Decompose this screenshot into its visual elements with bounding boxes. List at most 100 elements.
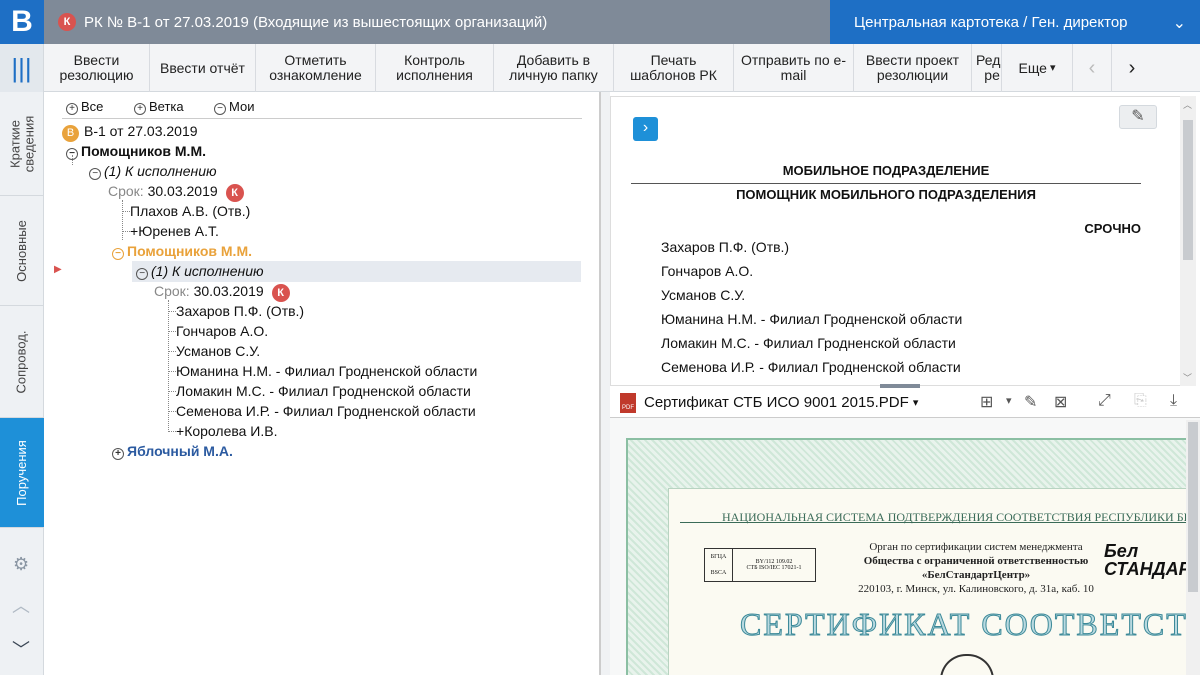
tree-node-executor[interactable]: Плахов А.В. (Отв.): [130, 201, 250, 221]
edit-note-icon[interactable]: ✎: [1119, 105, 1157, 129]
filter-branch[interactable]: + Ветка: [134, 96, 184, 116]
current-row-marker-icon: ▶: [54, 264, 62, 275]
tree-node-executor[interactable]: Семенова И.Р. - Филиал Гродненской облас…: [176, 401, 476, 421]
chevron-down-icon[interactable]: ﹀: [12, 636, 30, 662]
tree-node-executor[interactable]: Захаров П.Ф. (Отв.): [176, 301, 304, 321]
node-label: Юренев А.Т.: [138, 223, 219, 239]
execution-control-button[interactable]: Контроль исполнения: [376, 44, 494, 92]
expand-icon: +: [134, 103, 146, 115]
due-label: Срок:: [108, 183, 144, 199]
filter-mine-label: Мои: [229, 99, 255, 114]
tree-node-executor[interactable]: +Юренев А.Т.: [130, 221, 219, 241]
preview-scrollbar[interactable]: ︿ ﹀: [1180, 96, 1196, 386]
tab-attachments-label: Сопровод.: [14, 329, 29, 394]
context-selector[interactable]: Центральная картотека / Ген. директор ⌄: [830, 0, 1200, 44]
filter-all[interactable]: + Все: [66, 96, 103, 116]
filter-mine[interactable]: − Мои: [214, 96, 254, 116]
tab-main[interactable]: Основные: [0, 196, 44, 306]
chevron-down-icon[interactable]: ▾: [913, 396, 919, 409]
scroll-left-icon[interactable]: ‹: [1072, 44, 1112, 92]
node-label: (1) К исполнению: [151, 263, 264, 279]
print-templates-button[interactable]: Печать шаблонов РК: [614, 44, 734, 92]
pdf-icon: PDF: [620, 392, 636, 413]
add-file-icon[interactable]: ⊞: [980, 392, 993, 412]
tree-node-task[interactable]: − (1) К исполнению: [136, 261, 264, 281]
download-icon[interactable]: ⤓: [1170, 392, 1177, 410]
card-title: РК № В-1 от 27.03.2019 (Входящие из выше…: [84, 13, 548, 31]
menu-icon[interactable]: |||: [0, 44, 43, 92]
send-email-button[interactable]: Отправить по e-mail: [734, 44, 854, 92]
more-label: Еще: [1018, 59, 1047, 76]
root-badge: В: [62, 125, 79, 142]
tab-attachments[interactable]: Сопровод.: [0, 306, 44, 418]
tree-node-author[interactable]: − Помощников М.М.: [66, 141, 206, 161]
recipient: Семенова И.Р. - Филиал Гродненской облас…: [661, 359, 961, 375]
issuer-line: Орган по сертификации систем менеджмента: [869, 541, 1083, 553]
node-label: Помощников М.М.: [81, 143, 207, 159]
author-position: ПОМОЩНИК МОБИЛЬНОГО ПОДРАЗДЕЛЕНИЯ: [736, 187, 1036, 202]
issuer-line: 220103, г. Минск, ул. Калиновского, д. 3…: [858, 583, 1094, 595]
certificate-preview: НАЦИОНАЛЬНАЯ СИСТЕМА ПОДТВЕРЖДЕНИЯ СООТВ…: [610, 418, 1200, 675]
context-label: Центральная картотека / Ген. директор: [854, 13, 1128, 31]
tab-orders[interactable]: Поручения: [0, 418, 44, 528]
tree-node-task[interactable]: − (1) К исполнению: [89, 161, 217, 181]
node-label: Королева И.В.: [184, 423, 278, 439]
issuer-block: Орган по сертификации систем менеджмента…: [836, 540, 1116, 596]
panel-splitter[interactable]: [600, 92, 610, 675]
enter-resolution-button[interactable]: Ввести резолюцию: [44, 44, 150, 92]
plus-icon: +: [176, 423, 185, 439]
tab-brief-label: Краткие сведения: [7, 115, 36, 172]
tree-node-executor[interactable]: Гончаров А.О.: [176, 321, 268, 341]
due-date: 30.03.2019: [147, 183, 218, 199]
control-badge: К: [271, 284, 290, 302]
copy-file-icon: ⎘: [1134, 392, 1147, 409]
edit-file-icon[interactable]: ✎: [1024, 392, 1037, 412]
collapse-icon: −: [136, 268, 148, 280]
tab-orders-label: Поручения: [14, 439, 29, 506]
edit-button[interactable]: Реда ре: [972, 44, 1002, 92]
fullscreen-icon[interactable]: ⤢: [1098, 392, 1111, 410]
tree-root[interactable]: В В-1 от 27.03.2019: [62, 121, 198, 142]
issuer-line: Общества с ограниченной ответственностью: [863, 555, 1089, 567]
stamp-code-a: БГЦА: [710, 554, 727, 560]
chevron-up-icon[interactable]: ︿: [12, 592, 30, 618]
org-unit: МОБИЛЬНОЕ ПОДРАЗДЕЛЕНИЕ: [782, 163, 990, 178]
expand-right-icon[interactable]: ›: [633, 117, 658, 141]
more-button[interactable]: Еще ▾: [1002, 44, 1072, 92]
node-label: Помощников М.М.: [127, 243, 253, 259]
expand-icon: +: [112, 448, 124, 460]
mark-acknowledged-button[interactable]: Отметить ознакомление: [256, 44, 376, 92]
gear-icon[interactable]: ⚙: [13, 554, 29, 575]
attachment-file-name[interactable]: Сертификат СТБ ИСО 9001 2015.PDF: [644, 394, 909, 411]
tree-node-author[interactable]: − Помощников М.М.: [112, 241, 252, 261]
tree-node-author[interactable]: + Яблочный М.А.: [112, 441, 233, 461]
chevron-down-icon[interactable]: ▾: [1006, 394, 1012, 407]
enter-report-button[interactable]: Ввести отчёт: [150, 44, 256, 92]
recipient: Юманина Н.М. - Филиал Гродненской област…: [661, 311, 963, 327]
tree-node-executor[interactable]: Усманов С.У.: [176, 341, 260, 361]
add-to-folder-button[interactable]: Добавить в личную папку: [494, 44, 614, 92]
due-label: Срок:: [154, 283, 190, 299]
recipient: Захаров П.Ф. (Отв.): [661, 239, 790, 255]
certificate-scrollbar[interactable]: [1186, 420, 1200, 675]
tab-main-label: Основные: [14, 219, 29, 282]
recipient-list: Захаров П.Ф. (Отв.) Гончаров А.О. Усмано…: [661, 235, 962, 379]
scroll-right-icon[interactable]: ›: [1112, 44, 1152, 92]
filter-branch-label: Ветка: [149, 99, 184, 114]
enter-draft-resolution-button[interactable]: Ввести проект резолюции: [854, 44, 972, 92]
stamp-code-b: BSCA: [710, 570, 727, 576]
tree-node-executor[interactable]: Юманина Н.М. - Филиал Гродненской област…: [176, 361, 477, 381]
app-logo[interactable]: В: [0, 0, 44, 44]
certificate-title: СЕРТИФИКАТ СООТВЕТСТВИЯ: [740, 606, 1200, 643]
issuer-line: «БелСтандартЦентр»: [921, 569, 1031, 581]
chevron-down-icon[interactable]: ⌄: [1173, 13, 1186, 33]
tab-brief[interactable]: Краткие сведения: [0, 92, 44, 196]
recipient: Гончаров А.О.: [661, 263, 754, 279]
tree-node-executor[interactable]: Ломакин М.С. - Филиал Гродненской област…: [176, 381, 471, 401]
recipient: Ломакин М.С. - Филиал Гродненской област…: [661, 335, 956, 351]
due-date: 30.03.2019: [193, 283, 264, 299]
root-label: В-1 от 27.03.2019: [84, 123, 198, 139]
collapse-icon: −: [89, 168, 101, 180]
tree-node-executor[interactable]: +Королева И.В.: [176, 421, 277, 441]
delete-file-icon[interactable]: ⊠: [1054, 392, 1067, 412]
